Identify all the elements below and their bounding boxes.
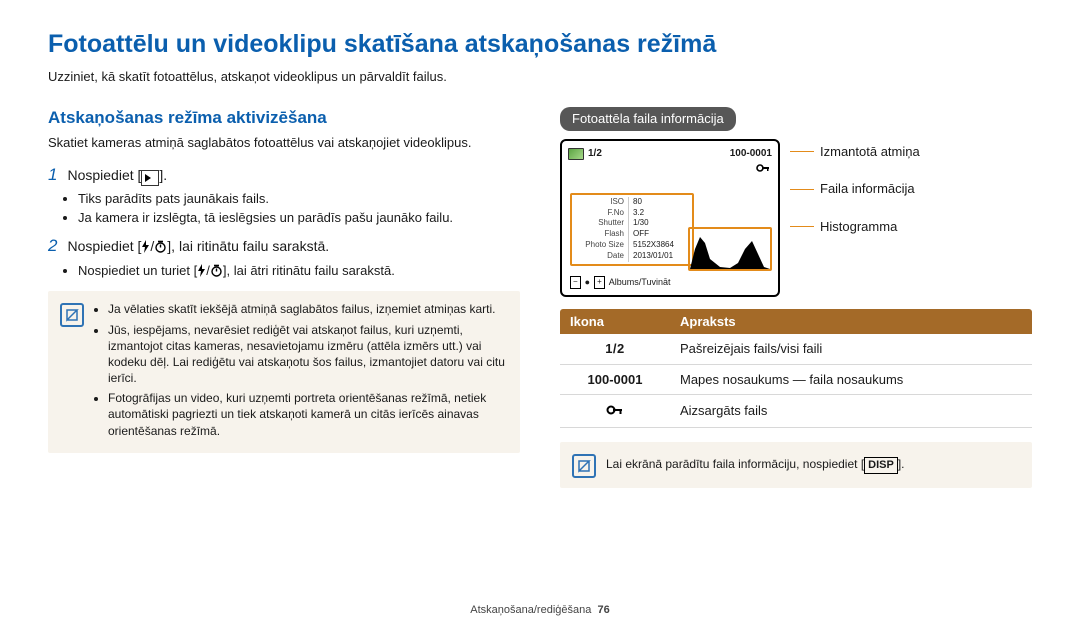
legend-desc-cell: Aizsargāts fails: [670, 395, 1032, 428]
info-label: Photo Size: [572, 240, 629, 251]
histogram-overlay: [688, 227, 772, 271]
info-overlay: ISO80 F.No3.2 Shutter1/30 FlashOFF Photo…: [570, 193, 694, 266]
key-icon: [756, 163, 770, 178]
figure: 1/2 100-0001 ISO80 F.No3.2 Shutter1/30 F…: [560, 139, 1032, 297]
screen-counter: 1/2: [588, 147, 602, 161]
step-2: 2 Nospiediet [/], lai ritinātu failu sar…: [48, 237, 520, 258]
section-sub: Skatiet kameras atmiņā saglabātos fotoat…: [48, 134, 520, 152]
legend-desc-cell: Pašreizējais fails/visi faili: [670, 334, 1032, 364]
play-button-icon: [141, 170, 159, 186]
step1-text-a: Nospiediet [: [67, 167, 141, 183]
table-row: Aizsargāts fails: [560, 395, 1032, 428]
note-icon: [572, 454, 596, 478]
callout-fileinfo: Faila informācija: [790, 180, 920, 198]
tip-box: Lai ekrānā parādītu faila informāciju, n…: [560, 442, 1032, 488]
disp-button-icon: DISP: [864, 457, 898, 474]
step1-text-b: ].: [159, 167, 167, 183]
step2-bullet-1: Nospiediet un turiet [/], lai ātri ritin…: [78, 262, 520, 282]
screen-bottom-hint: −●+ Albums/Tuvināt: [570, 276, 670, 289]
note-item-1: Ja vēlaties skatīt iekšējā atmiņā saglab…: [108, 301, 508, 317]
legend-icon-cell: 100-0001: [560, 364, 670, 395]
timer-icon: [154, 239, 167, 258]
step2-text-a: Nospiediet [: [67, 238, 141, 254]
info-value: 3.2: [629, 208, 693, 219]
info-label: Flash: [572, 229, 629, 240]
note-item-3: Fotogrāfijas un video, kuri uzņemti port…: [108, 390, 508, 439]
step-number: 1: [48, 166, 57, 186]
footer-section: Atskaņošana/rediģēšana: [470, 604, 591, 616]
section-heading: Atskaņošanas režīma aktivizēšana: [48, 107, 520, 130]
note-item-2: Jūs, iespējams, nevarēsiet rediģēt vai a…: [108, 322, 508, 387]
step2-text-b: ], lai ritinātu failu sarakstā.: [167, 238, 329, 254]
note-box: Ja vēlaties skatīt iekšējā atmiņā saglab…: [48, 291, 520, 453]
screen-bottom-text: Albums/Tuvināt: [609, 276, 671, 288]
tip-text-c: ].: [898, 457, 905, 471]
flash-icon: [197, 264, 206, 282]
step2b-a: Nospiediet un turiet [: [78, 263, 197, 278]
thumb-icon: [568, 148, 584, 160]
callout-histogram: Histogramma: [790, 218, 920, 236]
info-value: 80: [629, 197, 693, 208]
info-label: Date: [572, 251, 629, 262]
info-label: F.No: [572, 208, 629, 219]
step-number: 2: [48, 237, 57, 258]
info-label: ISO: [572, 197, 629, 208]
info-value: 2013/01/01: [629, 251, 693, 262]
screen-filecode: 100-0001: [730, 147, 772, 161]
info-value: 5152X3864: [629, 240, 693, 251]
table-row: 100-0001 Mapes nosaukums — faila nosauku…: [560, 364, 1032, 395]
legend-header-icon: Ikona: [560, 309, 670, 335]
step-1: 1 Nospiediet [].: [48, 166, 520, 186]
info-value: OFF: [629, 229, 693, 240]
info-value: 1/30: [629, 218, 693, 229]
intro-text: Uzziniet, kā skatīt fotoattēlus, atskaņo…: [48, 68, 1032, 86]
footer-page: 76: [597, 604, 609, 616]
step1-bullet-1: Tiks parādīts pats jaunākais fails.: [78, 190, 520, 208]
legend-header-desc: Apraksts: [670, 309, 1032, 335]
figure-callouts: Izmantotā atmiņa Faila informācija Histo…: [790, 139, 920, 236]
legend-icon-cell: 1/2: [560, 334, 670, 364]
timer-icon: [210, 264, 223, 282]
key-icon: [606, 403, 624, 421]
info-label: Shutter: [572, 218, 629, 229]
figure-caption-pill: Fotoattēla faila informācija: [560, 107, 736, 131]
page-title: Fotoattēlu un videoklipu skatīšana atska…: [48, 28, 1032, 62]
icon-legend-table: Ikona Apraksts 1/2 Pašreizējais fails/vi…: [560, 309, 1032, 428]
step1-bullet-2: Ja kamera ir izslēgta, tā ieslēgsies un …: [78, 209, 520, 227]
callout-memory: Izmantotā atmiņa: [790, 143, 920, 161]
step2b-c: ], lai ātri ritinātu failu sarakstā.: [223, 263, 395, 278]
legend-icon-cell: [560, 395, 670, 428]
page-footer: Atskaņošana/rediģēšana 76: [0, 603, 1080, 618]
right-column: Fotoattēla faila informācija 1/2 100-000…: [560, 107, 1032, 488]
legend-desc-cell: Mapes nosaukums — faila nosaukums: [670, 364, 1032, 395]
table-row: 1/2 Pašreizējais fails/visi faili: [560, 334, 1032, 364]
note-icon: [60, 303, 84, 327]
camera-screen: 1/2 100-0001 ISO80 F.No3.2 Shutter1/30 F…: [560, 139, 780, 297]
tip-text-a: Lai ekrānā parādītu faila informāciju, n…: [606, 457, 864, 471]
left-column: Atskaņošanas režīma aktivizēšana Skatiet…: [48, 107, 520, 488]
